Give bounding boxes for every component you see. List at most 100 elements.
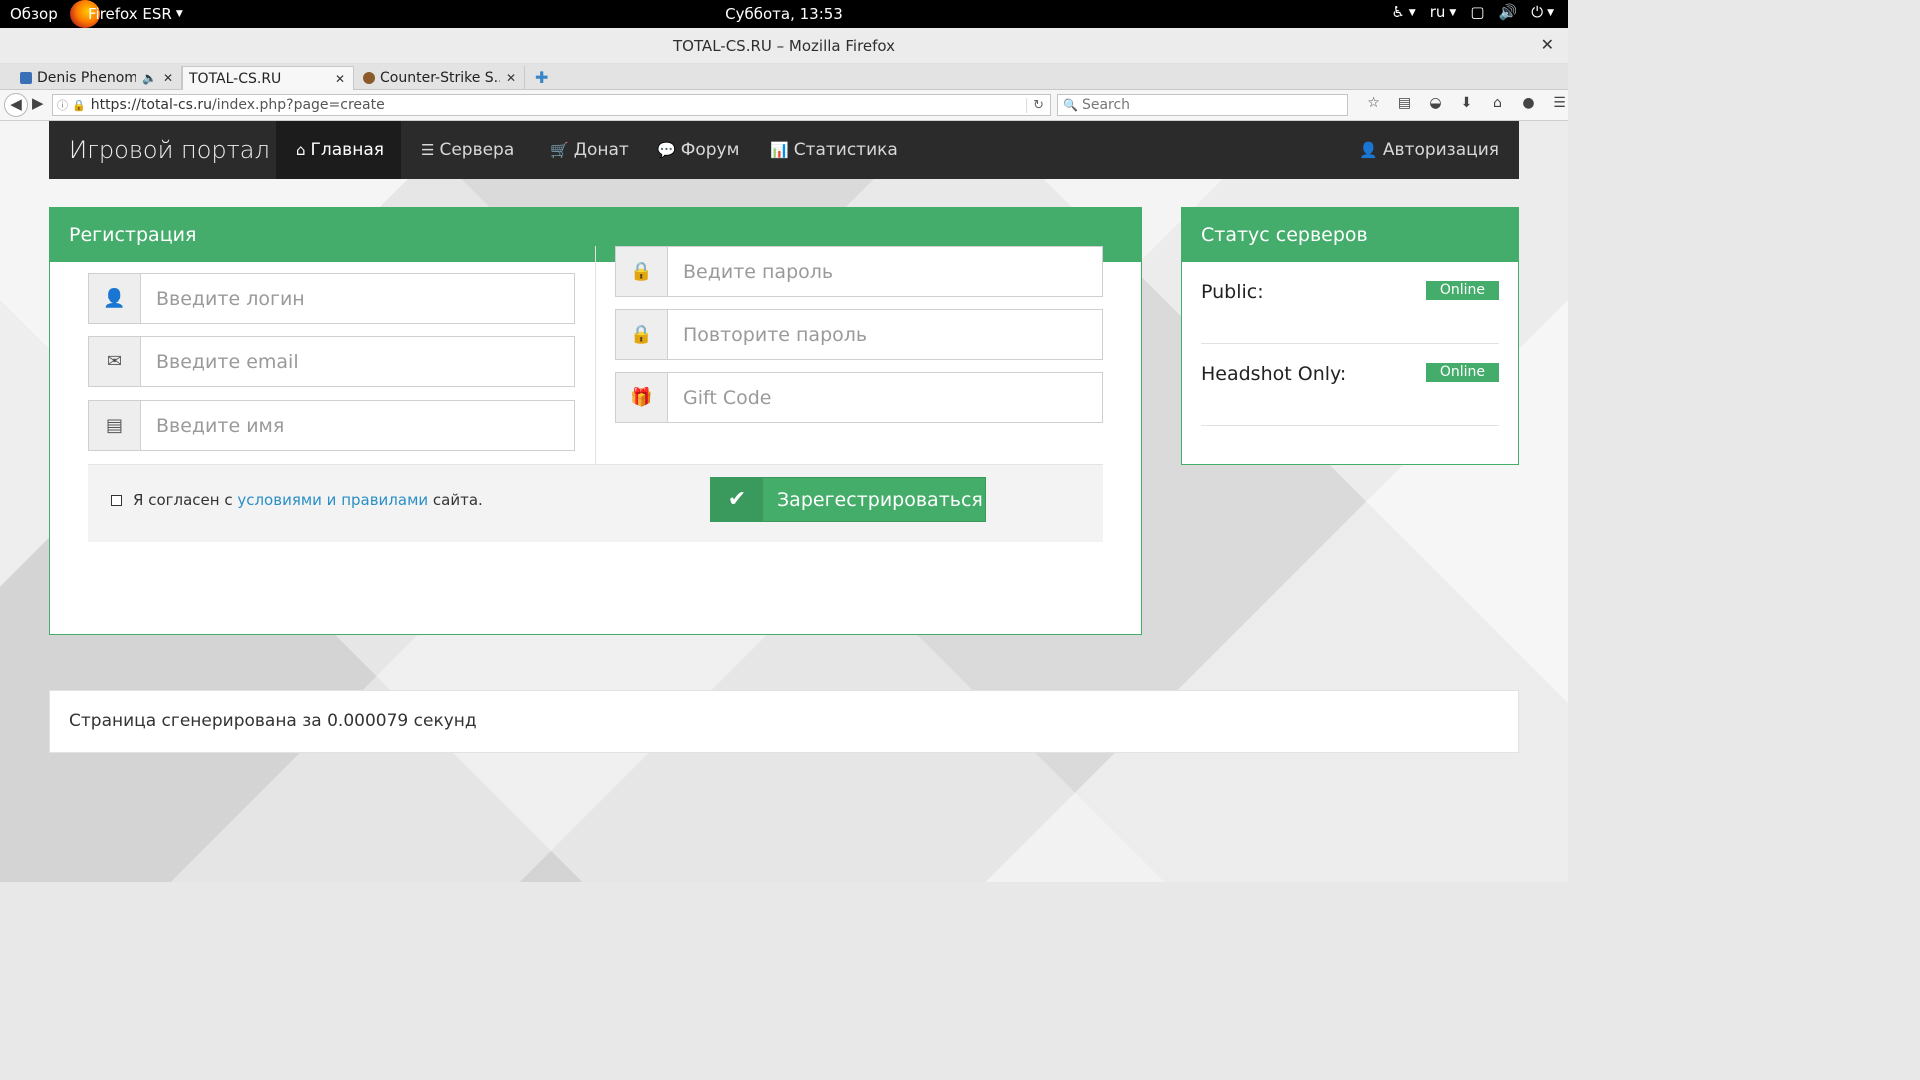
server-row: Public: Online [1201,262,1499,344]
cs-favicon-icon [363,72,375,84]
menu-label: Донат [573,140,629,160]
home-icon[interactable]: ⌂ [1482,95,1513,111]
generation-time-text: Страница сгенерирована за 0.000079 секун… [69,711,477,731]
menu-label: Авторизация [1382,140,1499,160]
status-badge: Online [1425,281,1499,300]
close-tab-icon[interactable]: ✕ [335,72,345,86]
toolbar-icons: ☆ ▤ ◒ ⬇ ⌂ ● ☰ [1358,95,1575,111]
account-icon[interactable]: ● [1513,95,1544,111]
accessibility-icon[interactable]: ♿ ▼ [1391,3,1415,21]
bar-chart-icon: 📊 [770,141,789,159]
volume-icon[interactable]: 🔊 [1499,3,1518,21]
hamburger-menu-icon[interactable]: ☰ [1544,95,1575,111]
url-bar[interactable]: ⓘ 🔒 https://total-cs.ru/index.php?page=c… [52,94,1051,116]
menu-label: Статистика [793,140,898,160]
bookmark-star-icon[interactable]: ☆ [1358,95,1389,111]
menu-label: Сервера [439,140,515,160]
menu-home[interactable]: ⌂ Главная [276,121,401,179]
name-field: ▤ [88,400,575,451]
menu-label: Форум [680,140,740,160]
register-button-label: Зарегестрироваться [777,488,983,511]
window-icon[interactable]: ▢ [1470,3,1484,21]
password-input[interactable] [668,247,1102,296]
gift-code-input[interactable] [668,373,1102,422]
menu-servers[interactable]: ☰ Сервера [401,121,534,179]
user-icon: 👤 [1359,141,1378,159]
password-repeat-field: 🔒 [615,309,1103,360]
chevron-down-icon: ▼ [1449,7,1457,18]
name-input[interactable] [141,401,574,450]
agree-checkbox[interactable] [111,495,122,506]
lock-icon: 🔒 [616,247,668,296]
menu-statistics[interactable]: 📊 Статистика [750,121,918,179]
page-content: Игровой портал ⌂ Главная ☰ Сервера 🛒 Донат … [0,121,1568,882]
list-icon: ☰ [421,141,435,159]
window-title: TOTAL-CS.RU – Mozilla Firefox [672,37,896,55]
password-repeat-input[interactable] [668,310,1102,359]
envelope-icon: ✉ [89,337,141,386]
reload-icon[interactable]: ↻ [1026,97,1044,113]
home-icon: ⌂ [296,141,306,159]
registration-panel: Регистрация 👤 ✉ ▤ 🔒 🔒 🎁 Я согла [49,207,1142,635]
gift-code-field: 🎁 [615,372,1103,423]
server-name: Headshot Only: [1201,363,1347,385]
video-favicon-icon [20,72,32,84]
cart-icon: 🛒 [550,141,569,159]
tab-counter-strike[interactable]: Counter-Strike S... ✕ [357,66,525,90]
tab-total-cs[interactable]: TOTAL-CS.RU ✕ [182,66,354,90]
comments-icon: 💬 [657,141,676,159]
info-icon[interactable]: ⓘ [57,97,68,113]
server-row: Headshot Only: Online [1201,344,1499,426]
status-badge: Online [1425,363,1499,382]
server-name: Public: [1201,281,1264,303]
lock-icon: 🔒 [72,98,86,112]
gift-icon: 🎁 [616,373,668,422]
login-input[interactable] [141,274,574,323]
tab-strip: Denis Phenom... 🔈 ✕ TOTAL-CS.RU ✕ Counte… [0,64,1568,90]
reading-list-icon[interactable]: ▤ [1389,95,1420,111]
tab-label: TOTAL-CS.RU [189,70,282,87]
language-selector[interactable]: ru ▼ [1430,3,1457,21]
back-arrow-icon[interactable]: ◀ [4,93,28,117]
system-tray: ♿ ▼ ru ▼ ▢ 🔊 ⏻ ▼ [1391,3,1554,21]
close-tab-icon[interactable]: ✕ [506,71,516,85]
tab-label: Counter-Strike S... [380,70,500,86]
close-tab-icon[interactable]: ✕ [163,71,173,85]
menu-forum[interactable]: 💬 Форум [637,121,759,179]
server-status-title: Статус серверов [1182,208,1518,262]
password-field: 🔒 [615,246,1103,297]
page-footer: Страница сгенерирована за 0.000079 секун… [49,690,1519,753]
menu-authorization[interactable]: 👤 Авторизация [1339,121,1519,179]
site-navbar: Игровой портал ⌂ Главная ☰ Сервера 🛒 Донат … [49,121,1519,179]
clock[interactable]: Суббота, 13:53 [0,5,1568,23]
window-titlebar: TOTAL-CS.RU – Mozilla Firefox ✕ [0,28,1568,64]
site-brand[interactable]: Игровой портал [69,136,270,164]
speaker-icon[interactable]: 🔈 [142,71,157,85]
tab-denis-phenom[interactable]: Denis Phenom... 🔈 ✕ [14,66,182,90]
register-button[interactable]: ✔ Зарегестрироваться [710,477,986,522]
download-icon[interactable]: ⬇ [1451,95,1482,111]
search-icon: 🔍 [1063,98,1078,112]
search-input[interactable]: 🔍 Search [1057,94,1348,116]
lock-icon: 🔒 [616,310,668,359]
forward-arrow-icon[interactable]: ▶ [32,94,44,112]
login-field: 👤 [88,273,575,324]
server-status-panel: Статус серверов Public: Online Headshot … [1181,207,1519,465]
user-icon: 👤 [89,274,141,323]
url-text[interactable]: https://total-cs.ru/index.php?page=creat… [91,97,1026,113]
navigation-toolbar: ◀ ▶ ⓘ 🔒 https://total-cs.ru/index.php?pa… [0,90,1568,121]
pocket-icon[interactable]: ◒ [1420,95,1451,111]
search-placeholder: Search [1081,97,1131,113]
menu-donate[interactable]: 🛒 Донат [530,121,649,179]
terms-link[interactable]: условиями и правилами [237,491,428,509]
new-tab-icon[interactable]: ✚ [535,68,548,87]
list-alt-icon: ▤ [89,401,141,450]
menu-label: Главная [310,140,384,160]
tab-label: Denis Phenom... [37,70,136,86]
email-field: ✉ [88,336,575,387]
power-icon[interactable]: ⏻ ▼ [1531,3,1554,21]
language-label: ru [1429,3,1446,21]
email-input[interactable] [141,337,574,386]
close-window-icon[interactable]: ✕ [1541,35,1554,54]
checkmark-icon: ✔ [711,478,763,521]
